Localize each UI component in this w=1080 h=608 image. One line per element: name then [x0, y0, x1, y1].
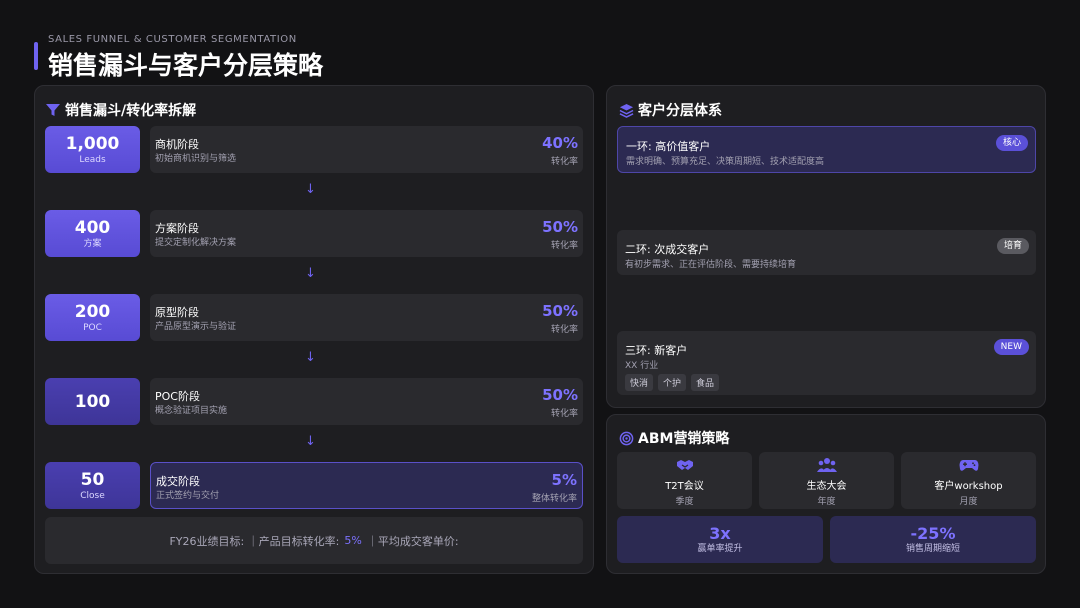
stage-name: POC阶段: [155, 390, 200, 403]
segmentation-panel-title: 客户分层体系: [619, 100, 722, 120]
funnel-stage-card-highlighted[interactable]: 成交阶段 正式签约与交付 5% 整体转化率: [150, 462, 583, 509]
abm-metric-card: 3x 赢单率提升: [617, 516, 823, 563]
stage-name: 方案阶段: [155, 222, 199, 235]
target-icon: [619, 431, 634, 445]
segmentation-title-text: 客户分层体系: [638, 103, 722, 119]
stage-desc: 正式签约与交付: [156, 491, 220, 501]
funnel-unit: 方案: [83, 238, 102, 249]
tier-name: 一环: 高价值客户: [626, 140, 711, 153]
stage-desc: 产品原型演示与验证: [155, 322, 237, 332]
activity-name: T2T会议: [665, 481, 704, 492]
activity-frequency: 月度: [959, 497, 978, 507]
down-arrow-icon: ↓: [305, 434, 316, 449]
funnel-panel: 销售漏斗/转化率拆解 1,000 Leads 商机阶段 初始商机识别与筛选 40…: [34, 85, 594, 574]
abm-activity-card[interactable]: 生态大会 年度: [759, 452, 894, 509]
goals-conversion-value: 5%: [344, 534, 362, 547]
funnel-count-box: 1,000 Leads: [45, 126, 140, 173]
page-subtitle: SALES FUNNEL & CUSTOMER SEGMENTATION: [48, 34, 297, 45]
stage-rate: 5%: [551, 471, 577, 489]
funnel-stage-card[interactable]: 方案阶段 提交定制化解决方案 50% 转化率: [150, 210, 583, 257]
industry-tag[interactable]: 个护: [658, 374, 687, 391]
activity-frequency: 季度: [675, 497, 694, 507]
tier-card-core[interactable]: 一环: 高价值客户 需求明确、预算充足、决策周期短、技术适配度高 核心: [617, 126, 1036, 173]
down-arrow-icon: ↓: [305, 182, 316, 197]
abm-metric-card: -25% 销售周期缩短: [830, 516, 1036, 563]
funnel-count-box: 400 方案: [45, 210, 140, 257]
funnel-count: 50: [80, 469, 105, 490]
people-icon: [816, 458, 837, 472]
abm-panel-title: ABM营销策略: [619, 428, 729, 448]
segmentation-panel: 客户分层体系 一环: 高价值客户 需求明确、预算充足、决策周期短、技术适配度高 …: [606, 85, 1046, 408]
goals-suffix: ｜平均成交客单价:: [366, 534, 459, 548]
handshake-icon: [676, 460, 693, 470]
funnel-title-text: 销售漏斗/转化率拆解: [65, 103, 197, 119]
status-badge: NEW: [993, 339, 1029, 355]
tier-name: 三环: 新客户: [625, 344, 688, 357]
funnel-count: 400: [74, 217, 111, 238]
page-title: 销售漏斗与客户分层策略: [48, 51, 324, 80]
status-badge: 核心: [995, 135, 1028, 151]
abm-activity-card[interactable]: T2T会议 季度: [617, 452, 752, 509]
funnel-stage-card[interactable]: POC阶段 概念验证项目实施 50% 转化率: [150, 378, 583, 425]
funnel-icon: [46, 104, 60, 116]
tier-desc: 有初步需求、正在评估阶段、需要持续培育: [625, 260, 797, 270]
funnel-unit: POC: [83, 322, 102, 333]
layers-icon: [619, 103, 634, 118]
industry-tag[interactable]: 食品: [691, 374, 720, 391]
funnel-count-box: 50 Close: [45, 462, 140, 509]
stage-desc: 概念验证项目实施: [155, 406, 228, 416]
stage-name: 商机阶段: [155, 138, 199, 151]
gamepad-icon: [959, 460, 978, 471]
stage-desc: 初始商机识别与筛选: [155, 154, 237, 164]
stage-rate-label: 转化率: [550, 409, 578, 419]
activity-frequency: 年度: [817, 497, 836, 507]
industry-tag[interactable]: 快消: [625, 374, 654, 391]
stage-rate: 50%: [542, 302, 578, 320]
industry-tags: 快消 个护 食品: [625, 374, 720, 391]
goals-prefix: FY26业绩目标: ｜产品目标转化率:: [169, 534, 340, 548]
stage-rate-label: 转化率: [550, 325, 578, 335]
tier-desc: 需求明确、预算充足、决策周期短、技术适配度高: [626, 157, 825, 167]
stage-name: 成交阶段: [156, 475, 200, 488]
stage-rate-label: 转化率: [550, 157, 578, 167]
stage-rate-label: 转化率: [550, 241, 578, 251]
stage-desc: 提交定制化解决方案: [155, 238, 237, 248]
abm-title-text: ABM营销策略: [638, 431, 730, 447]
abm-panel: ABM营销策略 T2T会议 季度 生态大会 年度 客户workshop 月度 3…: [606, 414, 1046, 574]
status-badge: 培育: [996, 238, 1029, 254]
funnel-unit: Leads: [79, 154, 106, 165]
funnel-stage-card[interactable]: 原型阶段 产品原型演示与验证 50% 转化率: [150, 294, 583, 341]
funnel-count: 200: [74, 301, 111, 322]
stage-rate: 40%: [542, 134, 578, 152]
header-accent-bar: [34, 42, 38, 70]
activity-name: 生态大会: [806, 481, 847, 492]
funnel-panel-title: 销售漏斗/转化率拆解: [45, 100, 196, 120]
stage-name: 原型阶段: [155, 306, 199, 319]
fy26-goals-box: FY26业绩目标: ｜产品目标转化率: 5% ｜平均成交客单价:: [45, 517, 583, 564]
down-arrow-icon: ↓: [305, 266, 316, 281]
tier-desc: XX 行业: [625, 361, 659, 371]
metric-label: 销售周期缩短: [905, 543, 960, 554]
stage-rate: 50%: [542, 386, 578, 404]
stage-rate-label: 整体转化率: [531, 494, 577, 504]
funnel-count: 1,000: [65, 133, 120, 154]
metric-label: 赢单率提升: [697, 543, 743, 554]
funnel-count-box: 200 POC: [45, 294, 140, 341]
down-arrow-icon: ↓: [305, 350, 316, 365]
funnel-stage-card[interactable]: 商机阶段 初始商机识别与筛选 40% 转化率: [150, 126, 583, 173]
metric-value: -25%: [910, 523, 956, 543]
tier-name: 二环: 次成交客户: [625, 243, 710, 256]
activity-name: 客户workshop: [934, 481, 1003, 492]
tier-card-nurture[interactable]: 二环: 次成交客户 有初步需求、正在评估阶段、需要持续培育 培育: [617, 230, 1036, 275]
abm-activity-card[interactable]: 客户workshop 月度: [901, 452, 1036, 509]
funnel-unit: Close: [80, 490, 105, 501]
funnel-count-box: 100: [45, 378, 140, 425]
funnel-count: 100: [74, 391, 111, 412]
metric-value: 3x: [709, 523, 731, 543]
stage-rate: 50%: [542, 218, 578, 236]
tier-card-new[interactable]: 三环: 新客户 XX 行业 NEW 快消 个护 食品: [617, 331, 1036, 395]
